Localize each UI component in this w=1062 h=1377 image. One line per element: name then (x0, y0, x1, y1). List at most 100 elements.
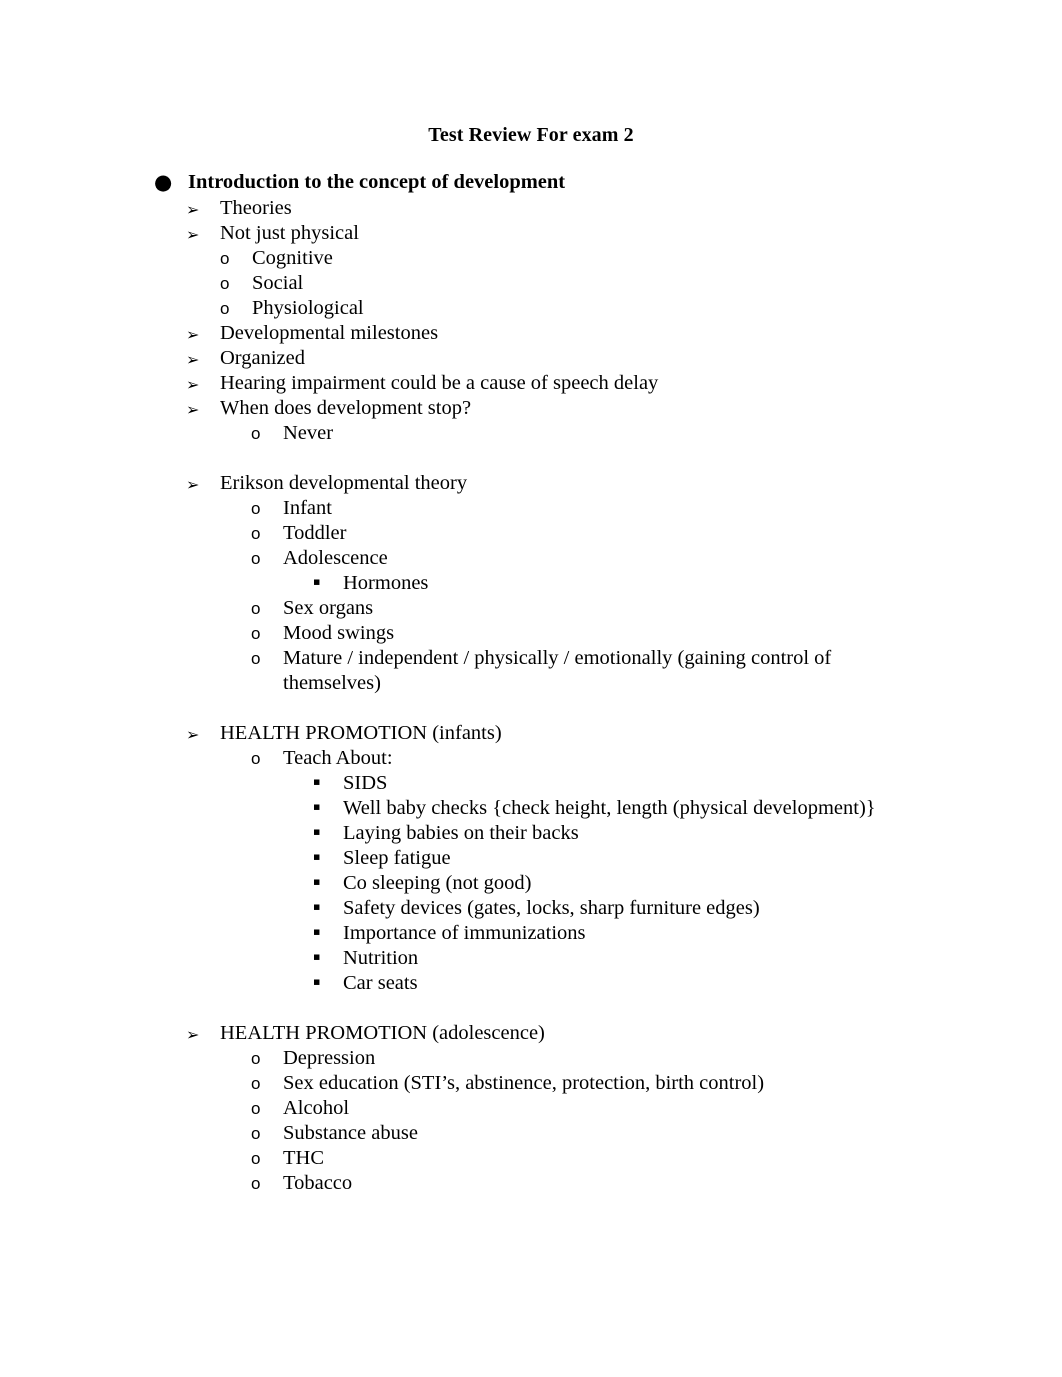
square-bullet-icon: ▪ (313, 825, 321, 838)
square-bullet-icon: ▪ (313, 875, 321, 888)
outline-item-label: Co sleeping (not good) (343, 872, 532, 894)
outline-item-label: Mature / independent / physically / emot… (283, 647, 832, 694)
outline-item-level3: o Never (0, 421, 1062, 446)
square-bullet-icon: ▪ (313, 800, 321, 813)
outline-item-level3: o Alcohol (0, 1096, 1062, 1121)
outline-item-label: Nutrition (343, 947, 419, 969)
outline-item-label: Physiological (252, 297, 364, 319)
outline-item-label: Never (283, 422, 334, 444)
outline-item-level4: ▪ Importance of immunizations (0, 921, 1062, 946)
disc-bullet-icon: ● (154, 170, 173, 194)
outline-item-level4: ▪ Co sleeping (not good) (0, 871, 1062, 896)
outline-item-level2: ➢ Developmental milestones (0, 321, 1062, 346)
document-page: Test Review For exam 2 ● Introduction to … (0, 0, 1062, 1377)
outline-item-label: Developmental milestones (220, 322, 439, 344)
outline-item-label: Organized (220, 347, 306, 369)
outline-item-level4: ▪ Car seats (0, 971, 1062, 996)
outline-item-level2: ➢ Theories (0, 196, 1062, 221)
circle-bullet-icon: o (220, 249, 230, 268)
outline-item-label: Toddler (283, 522, 347, 544)
outline-item-label: Tobacco (283, 1172, 353, 1194)
circle-bullet-icon: o (251, 1124, 261, 1143)
outline-item-level3: o Sex education (STI’s, abstinence, prote… (0, 1071, 1062, 1096)
outline-item-level3: o Substance abuse (0, 1121, 1062, 1146)
outline-item-level3: o Cognitive (0, 246, 1062, 271)
outline-item-label: Laying babies on their backs (343, 822, 579, 844)
outline-item-label: Car seats (343, 972, 418, 994)
outline-item-level2: ➢ When does development stop? (0, 396, 1062, 421)
arrowhead-bullet-icon: ➢ (186, 325, 200, 344)
square-bullet-icon: ▪ (313, 925, 321, 938)
outline-item-label: Introduction to the concept of developme… (188, 171, 566, 193)
arrowhead-bullet-icon: ➢ (186, 200, 200, 219)
arrowhead-bullet-icon: ➢ (186, 350, 200, 369)
outline-item-label: THC (283, 1147, 324, 1169)
arrowhead-bullet-icon: ➢ (186, 725, 200, 744)
square-bullet-icon: ▪ (313, 850, 321, 863)
outline-item-label: Infant (283, 497, 332, 519)
outline-item-label: Mood swings (283, 622, 395, 644)
arrowhead-bullet-icon: ➢ (186, 400, 200, 419)
outline-item-label: Importance of immunizations (343, 922, 586, 944)
circle-bullet-icon: o (251, 499, 261, 518)
outline-item-label: Theories (220, 197, 292, 219)
circle-bullet-icon: o (251, 749, 261, 768)
outline-item-label: Alcohol (283, 1097, 350, 1119)
square-bullet-icon: ▪ (313, 975, 321, 988)
outline-item-label: When does development stop? (220, 397, 472, 419)
outline-item-label: Adolescence (283, 547, 388, 569)
outline-item-level3: o Sex organs (0, 596, 1062, 621)
outline-item-label: HEALTH PROMOTION (adolescence) (220, 1022, 545, 1044)
outline-item-level3: o Mood swings (0, 621, 1062, 646)
outline-item-label: Well baby checks {check height, length (… (343, 797, 876, 819)
outline-item-level2: ➢ Organized (0, 346, 1062, 371)
circle-bullet-icon: o (251, 1049, 261, 1068)
outline-item-level4: ▪ Well baby checks {check height, length … (0, 796, 1062, 821)
circle-bullet-icon: o (251, 649, 261, 668)
circle-bullet-icon: o (251, 624, 261, 643)
outline-item-level2: ➢ Hearing impairment could be a cause of … (0, 371, 1062, 396)
outline-item-label: Not just physical (220, 222, 359, 244)
outline-item-label: Sex education (STI’s, abstinence, protec… (283, 1072, 765, 1094)
circle-bullet-icon: o (220, 274, 230, 293)
outline-item-level4: ▪ Laying babies on their backs (0, 821, 1062, 846)
circle-bullet-icon: o (251, 599, 261, 618)
outline-item-label: Sex organs (283, 597, 374, 619)
outline-item-label: Teach About: (283, 747, 393, 769)
outline-item-level1: ● Introduction to the concept of developm… (0, 170, 1062, 195)
arrowhead-bullet-icon: ➢ (186, 1025, 200, 1044)
outline-item-level3: o Depression (0, 1046, 1062, 1071)
square-bullet-icon: ▪ (313, 575, 321, 588)
outline-item-label: HEALTH PROMOTION (infants) (220, 722, 502, 744)
outline-item-level2: ➢ Erikson developmental theory (0, 471, 1062, 496)
square-bullet-icon: ▪ (313, 950, 321, 963)
circle-bullet-icon: o (251, 524, 261, 543)
outline-item-label: Hearing impairment could be a cause of s… (220, 372, 659, 394)
circle-bullet-icon: o (251, 424, 261, 443)
outline-item-level3: o Teach About: (0, 746, 1062, 771)
outline-item-level2: ➢ HEALTH PROMOTION (infants) (0, 721, 1062, 746)
outline-item-level3: o Infant (0, 496, 1062, 521)
circle-bullet-icon: o (251, 1074, 261, 1093)
outline-item-label: Substance abuse (283, 1122, 418, 1144)
circle-bullet-icon: o (251, 1099, 261, 1118)
outline-item-label: Social (252, 272, 304, 294)
outline-item-level3: o Mature / independent / physically / emo… (0, 646, 1062, 696)
arrowhead-bullet-icon: ➢ (186, 225, 200, 244)
circle-bullet-icon: o (251, 1174, 261, 1193)
square-bullet-icon: ▪ (313, 900, 321, 913)
outline-item-level4: ▪ Hormones (0, 571, 1062, 596)
outline-item-level4: ▪ SIDS (0, 771, 1062, 796)
outline-item-level3: o Toddler (0, 521, 1062, 546)
outline-item-level3: o Tobacco (0, 1171, 1062, 1196)
outline-item-level4: ▪ Nutrition (0, 946, 1062, 971)
arrowhead-bullet-icon: ➢ (186, 475, 200, 494)
outline-item-label: Sleep fatigue (343, 847, 451, 869)
outline-item-level3: o Adolescence (0, 546, 1062, 571)
outline-item-level3: o Social (0, 271, 1062, 296)
outline-item-label: SIDS (343, 772, 388, 794)
outline-item-label: Hormones (343, 572, 429, 594)
